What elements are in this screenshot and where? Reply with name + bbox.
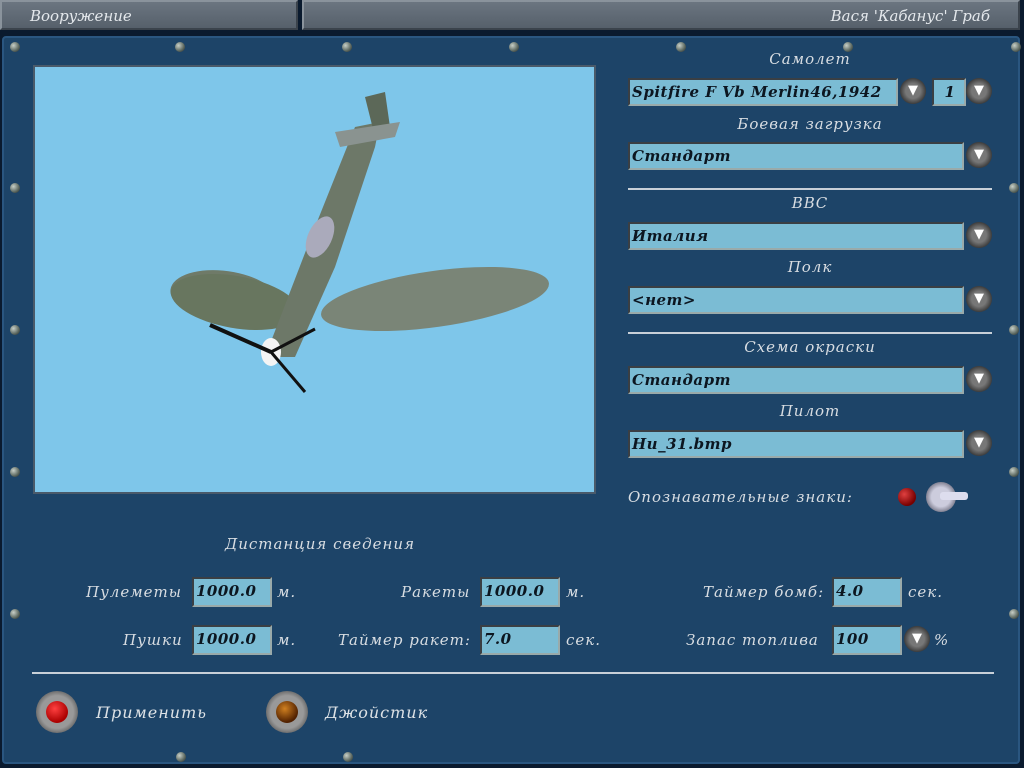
- cannon-label: Пушки: [123, 631, 183, 649]
- cannon-unit: м.: [277, 631, 297, 649]
- rivet-icon: [176, 752, 186, 762]
- loadout-select[interactable]: Стандарт: [628, 142, 964, 170]
- rivet-icon: [343, 752, 353, 762]
- regiment-dropdown-icon[interactable]: ▼: [966, 286, 992, 312]
- rockets-unit: м.: [566, 583, 586, 601]
- aircraft-dropdown-icon[interactable]: ▼: [900, 78, 926, 104]
- rivet-icon: [10, 183, 20, 193]
- rivet-icon: [10, 467, 20, 477]
- amber-light-icon: [276, 701, 298, 723]
- user-name: Вася 'Кабанус' Граб: [830, 7, 990, 25]
- markings-toggle-switch[interactable]: [926, 482, 968, 512]
- skin-dropdown-icon[interactable]: ▼: [966, 366, 992, 392]
- apply-button-label[interactable]: Применить: [96, 703, 207, 722]
- pilot-label: Пилот: [779, 402, 841, 420]
- regiment-select[interactable]: <нет>: [628, 286, 964, 314]
- rivet-icon: [1009, 325, 1019, 335]
- rivet-icon: [1009, 609, 1019, 619]
- rivet-icon: [175, 42, 185, 52]
- rivet-icon: [10, 325, 20, 335]
- loadout-label: Боевая загрузка: [737, 115, 883, 133]
- convergence-title: Дистанция сведения: [225, 535, 415, 553]
- mg-unit: м.: [277, 583, 297, 601]
- rocket-timer-input[interactable]: 7.0: [480, 625, 560, 655]
- rivet-icon: [1011, 42, 1021, 52]
- rivet-icon: [1009, 467, 1019, 477]
- rocket-timer-unit: сек.: [566, 631, 602, 649]
- rivet-icon: [509, 42, 519, 52]
- aircraft-select[interactable]: Spitfire F Vb Merlin46,1942: [628, 78, 898, 106]
- air-force-select[interactable]: Италия: [628, 222, 964, 250]
- rocket-timer-label: Таймер ракет:: [338, 631, 471, 649]
- aircraft-model-image: [170, 92, 549, 393]
- markings-label: Опознавательные знаки:: [628, 488, 853, 506]
- aircraft-count-select[interactable]: 1: [932, 78, 966, 106]
- skin-select[interactable]: Стандарт: [628, 366, 964, 394]
- aircraft-preview[interactable]: [33, 65, 596, 494]
- toggle-lever-icon: [940, 492, 968, 500]
- air-force-dropdown-icon[interactable]: ▼: [966, 222, 992, 248]
- count-dropdown-icon[interactable]: ▼: [966, 78, 992, 104]
- user-name-tab: Вася 'Кабанус' Граб: [302, 0, 1020, 30]
- bomb-timer-input[interactable]: 4.0: [832, 577, 902, 607]
- apply-button[interactable]: [36, 691, 78, 733]
- pilot-select[interactable]: Hu_31.bmp: [628, 430, 964, 458]
- divider: [32, 672, 994, 674]
- regiment-label: Полк: [787, 258, 833, 276]
- loadout-dropdown-icon[interactable]: ▼: [966, 142, 992, 168]
- rivet-icon: [10, 609, 20, 619]
- rivet-icon: [342, 42, 352, 52]
- rockets-label: Ракеты: [401, 583, 471, 601]
- rivet-icon: [1009, 183, 1019, 193]
- divider: [628, 332, 992, 334]
- fuel-select[interactable]: 100: [832, 625, 902, 655]
- cannon-distance-input[interactable]: 1000.0: [192, 625, 272, 655]
- section-title-tab: Вооружение: [0, 0, 298, 30]
- joystick-button[interactable]: [266, 691, 308, 733]
- divider: [628, 188, 992, 190]
- rivet-icon: [10, 42, 20, 52]
- mg-label: Пулеметы: [86, 583, 182, 601]
- skin-label: Схема окраски: [744, 338, 876, 356]
- section-title: Вооружение: [30, 7, 132, 25]
- fuel-unit: %: [934, 631, 950, 649]
- fuel-label: Запас топлива: [686, 631, 819, 649]
- red-light-icon: [46, 701, 68, 723]
- markings-indicator-icon: [898, 488, 916, 506]
- bomb-timer-unit: сек.: [908, 583, 944, 601]
- joystick-button-label[interactable]: Джойстик: [325, 703, 428, 722]
- bomb-timer-label: Таймер бомб:: [703, 583, 825, 601]
- air-force-label: ВВС: [791, 194, 829, 212]
- pilot-dropdown-icon[interactable]: ▼: [966, 430, 992, 456]
- aircraft-label: Самолет: [769, 50, 851, 68]
- mg-distance-input[interactable]: 1000.0: [192, 577, 272, 607]
- rockets-distance-input[interactable]: 1000.0: [480, 577, 560, 607]
- fuel-dropdown-icon[interactable]: ▼: [904, 626, 930, 652]
